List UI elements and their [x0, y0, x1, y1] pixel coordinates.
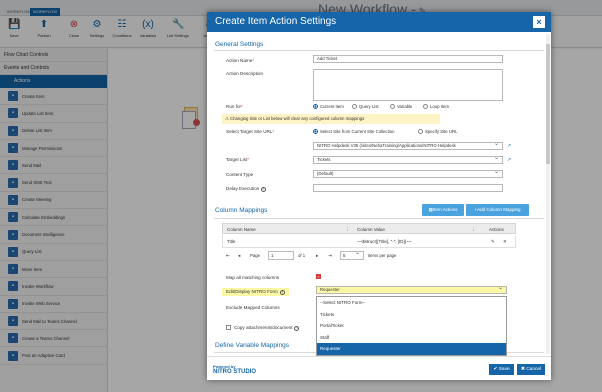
- next-page-icon[interactable]: ▸: [316, 253, 318, 259]
- run-for-current-item-radio[interactable]: Current Item: [313, 104, 344, 109]
- open-list-icon[interactable]: ↗: [507, 157, 511, 163]
- cancel-button[interactable]: ✖ Cancel: [517, 364, 545, 375]
- page-size-select[interactable]: 5: [340, 250, 364, 260]
- map-all-label: Map all matching columns: [226, 275, 280, 280]
- save-button[interactable]: ✔ Save: [489, 364, 514, 375]
- target-list-label: Target List*: [226, 157, 249, 162]
- nitro-form-dropdown: --Select NITRO Form-- Tickets PortalTick…: [316, 296, 507, 356]
- column-name-header[interactable]: Column Name: [227, 227, 256, 232]
- delay-execution-label: Delay Execution i: [226, 186, 267, 192]
- page-number-input[interactable]: 1: [268, 251, 294, 260]
- last-page-icon[interactable]: ⇥: [328, 253, 332, 259]
- item-actions-button[interactable]: ▦Item Actions: [422, 204, 464, 216]
- dialog-footer: Powered by NITRO STUDIO ✔ Save ✖ Cancel: [207, 356, 551, 380]
- site-specify-url-radio[interactable]: Specify Site URL: [418, 129, 457, 134]
- dialog-close-button[interactable]: ×: [533, 16, 545, 28]
- target-list-select[interactable]: Tickets: [313, 156, 503, 164]
- info-icon: i: [294, 326, 300, 331]
- delay-execution-input[interactable]: [313, 184, 503, 192]
- action-name-label: Action Name*: [226, 58, 255, 63]
- dropdown-option[interactable]: --Select NITRO Form--: [317, 297, 506, 309]
- copy-attachments-checkbox[interactable]: [226, 325, 231, 330]
- run-for-label: Run for*: [226, 104, 243, 109]
- info-icon: i: [279, 290, 285, 295]
- map-all-checkbox[interactable]: ✓: [316, 274, 321, 279]
- exclude-mapped-label: Exclude Mapped Columns: [226, 305, 280, 310]
- copy-attachments-label: Copy attachments/document i: [234, 325, 300, 331]
- table-row: Title ~~$struct([Title], "-", [ID])~~ ✎ …: [222, 235, 516, 248]
- column-mappings-heading: Column Mappings: [215, 207, 268, 214]
- edit-form-label: Edit/Display NITRO Form i: [222, 288, 289, 296]
- dropdown-option[interactable]: Staff: [317, 332, 506, 344]
- column-menu-icon[interactable]: ⋮: [471, 227, 476, 233]
- delete-icon[interactable]: ✕: [503, 239, 507, 245]
- dialog-scrollbar[interactable]: [546, 34, 550, 354]
- table-pager: ⇤ ◂ Page 1 of 1 ▸ ⇥ 5 items per page: [222, 250, 516, 262]
- dialog-header: Create Item Action Settings ×: [207, 12, 551, 32]
- target-site-label: Select Target Site URL*: [226, 129, 275, 134]
- site-select[interactable]: NITRO Helpdesk V35 (/sites/NehaTraining/…: [313, 142, 503, 150]
- content-type-select[interactable]: (Default): [313, 170, 503, 178]
- general-settings-heading: General Settings: [215, 41, 264, 48]
- column-menu-icon[interactable]: ⋮: [345, 227, 350, 233]
- page-label: Page: [250, 253, 261, 258]
- dropdown-option[interactable]: PortalTicket: [317, 320, 506, 332]
- page-size-label: items per page: [368, 253, 397, 258]
- dialog-title: Create Item Action Settings: [215, 16, 337, 27]
- open-site-icon[interactable]: ↗: [507, 143, 511, 149]
- run-for-variable-radio[interactable]: Variable: [390, 104, 412, 109]
- page-count: of 1: [298, 253, 306, 258]
- dropdown-option[interactable]: Tickets: [317, 309, 506, 321]
- run-for-query-list-radio[interactable]: Query List: [352, 104, 379, 109]
- nitro-form-select[interactable]: Requester: [316, 286, 507, 294]
- edit-icon[interactable]: ✎: [491, 239, 495, 245]
- row-column-name: Title: [227, 239, 236, 244]
- run-for-loop-item-radio[interactable]: Loop Item: [423, 104, 449, 109]
- action-name-input[interactable]: Add Ticket: [313, 55, 503, 63]
- dropdown-option-selected[interactable]: Requester: [317, 343, 506, 355]
- actions-header: Actions: [489, 227, 504, 232]
- action-description-label: Action Description: [226, 71, 264, 76]
- nitro-studio-logo: Powered by NITRO STUDIO: [213, 364, 256, 375]
- site-current-collection-radio[interactable]: Select Site from Current Site Collection: [313, 129, 395, 134]
- table-header: Column Name ⋮ Column Value ⋮ Actions: [222, 223, 516, 234]
- action-description-input[interactable]: [313, 69, 503, 101]
- content-type-label: Content Type: [226, 172, 254, 177]
- row-column-value: ~~$struct([Title], "-", [ID])~~: [357, 239, 412, 244]
- change-warning: ⚠ Changing Site or List below will clear…: [222, 114, 440, 124]
- add-column-mapping-button[interactable]: +Add Column Mapping: [466, 204, 529, 216]
- first-page-icon[interactable]: ⇤: [226, 253, 230, 259]
- info-icon: i: [261, 187, 267, 192]
- define-variable-heading: Define Variable Mappings: [215, 342, 289, 349]
- column-value-header[interactable]: Column Value: [357, 227, 385, 232]
- prev-page-icon[interactable]: ◂: [238, 253, 240, 259]
